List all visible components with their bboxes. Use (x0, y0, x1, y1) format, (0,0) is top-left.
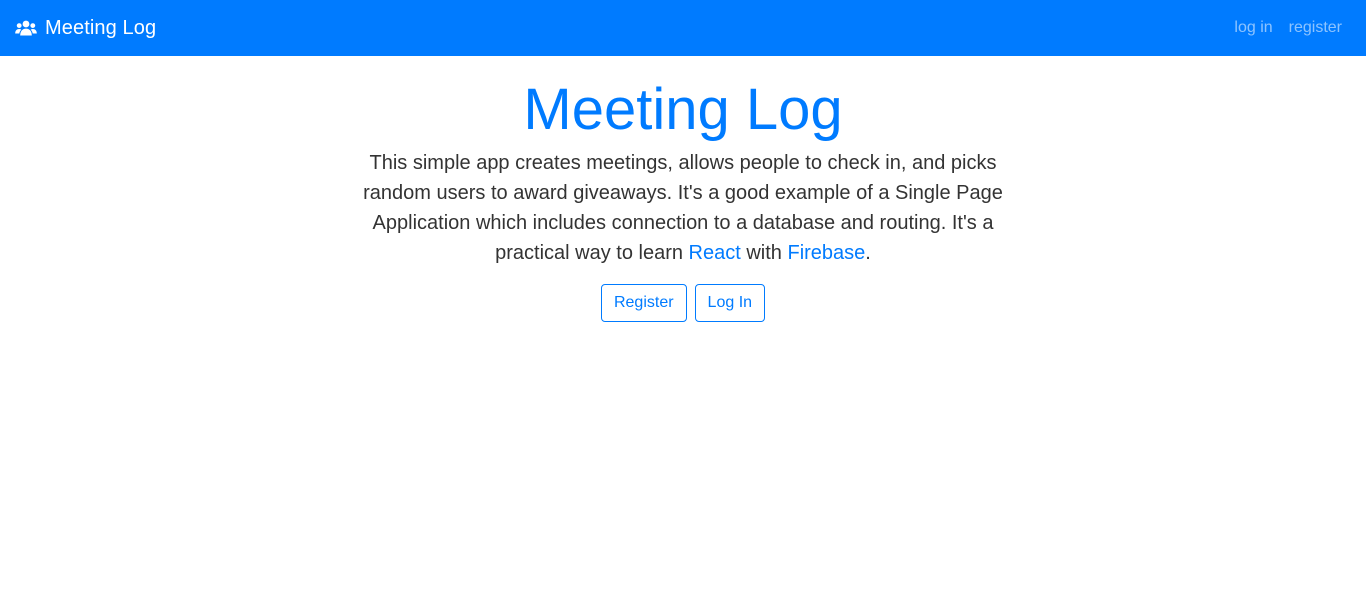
react-link[interactable]: React (689, 242, 741, 264)
description-text: This simple app creates meetings, allows… (363, 152, 1003, 264)
description-end: . (865, 242, 871, 264)
app-description: This simple app creates meetings, allows… (363, 148, 1003, 268)
nav-login-link[interactable]: log in (1234, 19, 1272, 37)
register-button[interactable]: Register (600, 284, 687, 322)
brand-link[interactable]: Meeting Log (15, 0, 156, 56)
description-with: with (740, 242, 788, 264)
hero-buttons: Register Log In (0, 284, 1366, 322)
login-button[interactable]: Log In (694, 284, 766, 322)
nav-register-link[interactable]: register (1289, 19, 1342, 37)
firebase-link[interactable]: Firebase (787, 242, 865, 264)
hero-section: Meeting Log This simple app creates meet… (0, 56, 1366, 322)
brand-title: Meeting Log (45, 16, 157, 39)
top-navbar: Meeting Log log in register (0, 0, 1366, 56)
users-icon (15, 20, 37, 36)
page-title: Meeting Log (523, 77, 843, 142)
nav-links: log in register (1218, 0, 1342, 56)
